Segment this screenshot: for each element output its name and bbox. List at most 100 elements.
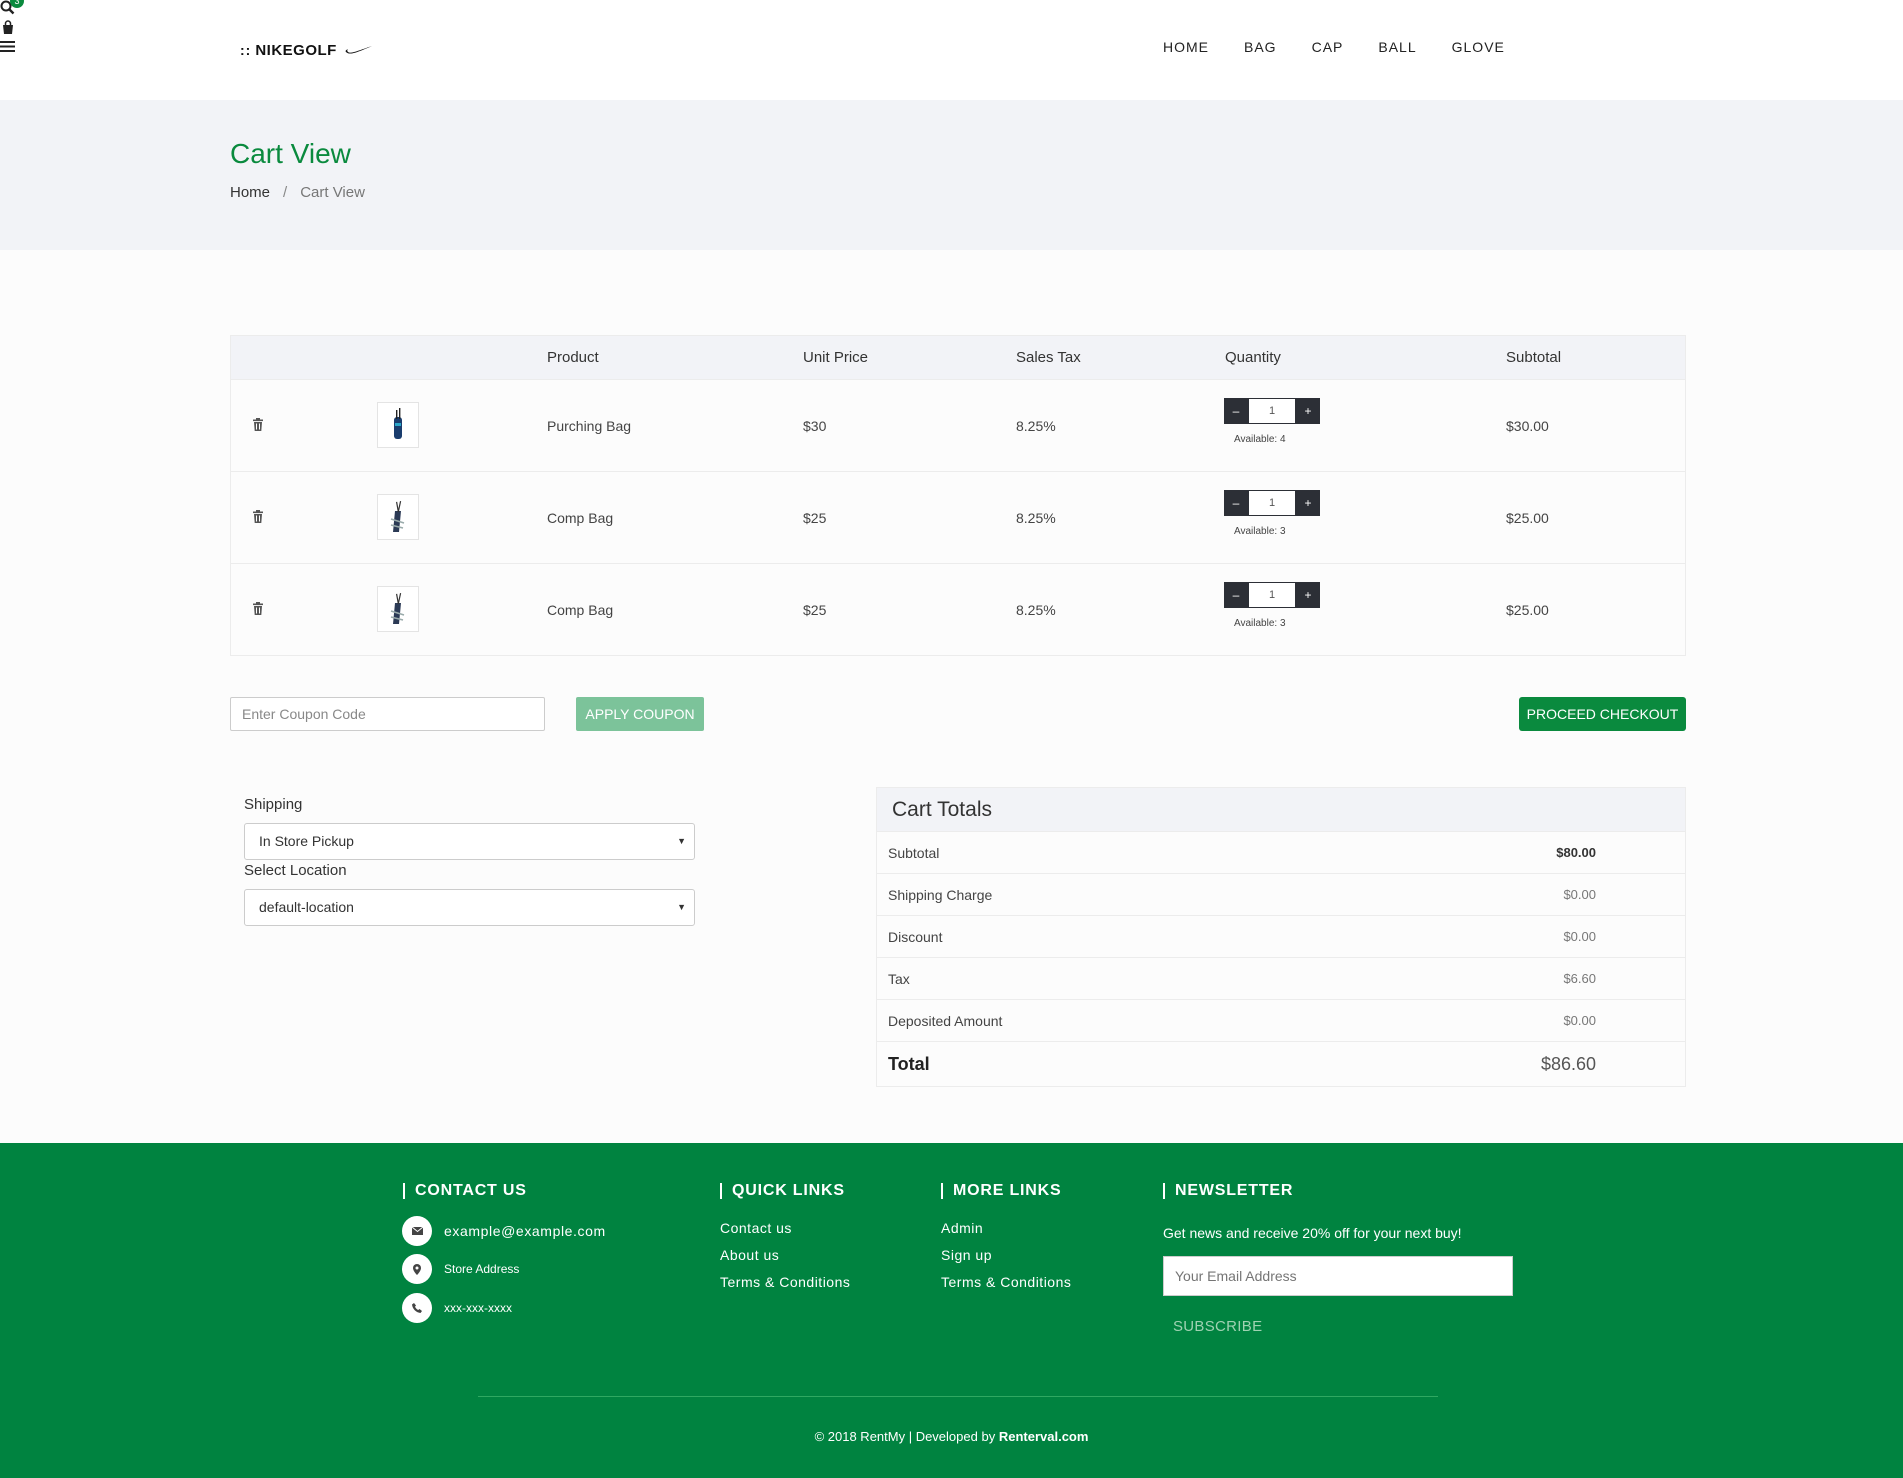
breadcrumb-current: Cart View <box>300 184 365 201</box>
cart-totals-title: Cart Totals <box>877 788 1685 831</box>
page-title-band <box>0 100 1903 250</box>
table-row: Comp Bag $25 8.25% – 1 + Available: 3 $2… <box>231 563 1685 655</box>
logo-text: NIKEGOLF <box>255 41 337 59</box>
footer-link-terms[interactable]: Terms & Conditions <box>720 1274 850 1290</box>
total-value: $86.60 <box>1540 1054 1596 1074</box>
cart-icon[interactable]: 3 <box>0 0 1903 40</box>
cart-totals: Cart Totals Subtotal $80.00 Shipping Cha… <box>876 787 1686 1087</box>
footer-link-about[interactable]: About us <box>720 1247 779 1263</box>
nav-glove[interactable]: GLOVE <box>1452 36 1505 58</box>
totals-row-tax: Tax $6.60 <box>877 957 1685 999</box>
increment-button[interactable]: + <box>1296 398 1320 424</box>
col-unit-price: Unit Price <box>803 349 869 366</box>
deposit-value: $0.00 <box>1563 1013 1596 1028</box>
row-subtotal: $25.00 <box>1506 602 1549 618</box>
decrement-button[interactable]: – <box>1224 582 1248 608</box>
trash-icon[interactable] <box>252 418 264 436</box>
breadcrumb: Home / Cart View <box>230 184 365 201</box>
search-icon[interactable] <box>0 0 1903 20</box>
tax-label: Tax <box>888 971 910 987</box>
contact-phone: xxx-xxx-xxxx <box>444 1301 512 1315</box>
unit-price: $25 <box>803 602 827 618</box>
apply-coupon-button[interactable]: APPLY COUPON <box>576 697 704 731</box>
totals-row-discount: Discount $0.00 <box>877 915 1685 957</box>
sales-tax: 8.25% <box>1016 418 1056 434</box>
copyright-text: © 2018 RentMy | Developed by <box>814 1429 996 1444</box>
proceed-checkout-button[interactable]: PROCEED CHECKOUT <box>1519 697 1686 731</box>
increment-button[interactable]: + <box>1296 490 1320 516</box>
footer: CONTACT US example@example.com Store Add… <box>0 1143 1903 1478</box>
footer-link-admin[interactable]: Admin <box>941 1220 983 1236</box>
shipping-label: Shipping <box>244 796 303 813</box>
newsletter-email-input[interactable] <box>1163 1256 1513 1296</box>
map-marker-icon <box>402 1254 432 1284</box>
total-label: Total <box>888 1054 930 1074</box>
shipping-select[interactable]: In Store Pickup ▼ <box>244 823 695 860</box>
breadcrumb-home[interactable]: Home <box>230 184 270 201</box>
dropdown-caret-icon: ▼ <box>677 836 686 846</box>
trash-icon[interactable] <box>252 510 264 528</box>
main-nav: HOME BAG CAP BALL GLOVE <box>1163 36 1540 58</box>
newsletter-heading: NEWSLETTER <box>1163 1183 1293 1199</box>
more-links-heading: MORE LINKS <box>941 1183 1061 1199</box>
location-label: Select Location <box>244 862 347 879</box>
totals-row-subtotal: Subtotal $80.00 <box>877 831 1685 873</box>
quantity-input[interactable]: 1 <box>1248 582 1296 608</box>
totals-row-total: Total $86.60 <box>877 1041 1685 1086</box>
footer-link-contact[interactable]: Contact us <box>720 1220 792 1236</box>
footer-link-signup[interactable]: Sign up <box>941 1247 992 1263</box>
deposit-label: Deposited Amount <box>888 1013 1003 1029</box>
col-quantity: Quantity <box>1225 349 1281 366</box>
shipping-selected-value: In Store Pickup <box>259 833 354 849</box>
decrement-button[interactable]: – <box>1224 398 1248 424</box>
dropdown-caret-icon: ▼ <box>677 902 686 912</box>
breadcrumb-separator: / <box>283 184 288 201</box>
product-name[interactable]: Comp Bag <box>547 602 613 618</box>
totals-row-deposit: Deposited Amount $0.00 <box>877 999 1685 1041</box>
quantity-input[interactable]: 1 <box>1248 398 1296 424</box>
quantity-stepper: – 1 + <box>1224 398 1320 424</box>
increment-button[interactable]: + <box>1296 582 1320 608</box>
footer-link-terms-more[interactable]: Terms & Conditions <box>941 1274 1071 1290</box>
footer-divider <box>478 1396 1438 1397</box>
copyright: © 2018 RentMy | Developed by Renterval.c… <box>0 1429 1903 1444</box>
contact-email[interactable]: example@example.com <box>444 1223 606 1239</box>
product-thumbnail[interactable] <box>377 494 419 540</box>
discount-label: Discount <box>888 929 943 945</box>
logo[interactable]: :: NIKEGOLF <box>240 40 373 60</box>
tax-value: $6.60 <box>1563 971 1596 986</box>
subscribe-button[interactable]: SUBSCRIBE <box>1173 1318 1262 1335</box>
nav-cap[interactable]: CAP <box>1312 36 1344 58</box>
product-name[interactable]: Comp Bag <box>547 510 613 526</box>
location-select[interactable]: default-location ▼ <box>244 889 695 926</box>
cart-table: Product Unit Price Sales Tax Quantity Su… <box>230 335 1686 656</box>
quick-links-heading: QUICK LINKS <box>720 1183 845 1199</box>
phone-icon <box>402 1293 432 1323</box>
contact-address: Store Address <box>444 1262 520 1276</box>
row-subtotal: $25.00 <box>1506 510 1549 526</box>
nav-home[interactable]: HOME <box>1163 36 1209 58</box>
page-title: Cart View <box>230 138 351 169</box>
product-thumbnail[interactable] <box>377 402 419 448</box>
nav-bag[interactable]: BAG <box>1244 36 1277 58</box>
subtotal-label: Subtotal <box>888 845 940 861</box>
discount-value: $0.00 <box>1563 929 1596 944</box>
quantity-input[interactable]: 1 <box>1248 490 1296 516</box>
product-thumbnail[interactable] <box>377 586 419 632</box>
contact-heading: CONTACT US <box>403 1183 527 1199</box>
col-product: Product <box>547 349 599 366</box>
product-name[interactable]: Purching Bag <box>547 418 631 434</box>
decrement-button[interactable]: – <box>1224 490 1248 516</box>
availability-text: Available: 3 <box>1234 526 1286 537</box>
unit-price: $25 <box>803 510 827 526</box>
developer-link[interactable]: Renterval.com <box>999 1429 1089 1444</box>
table-header: Product Unit Price Sales Tax Quantity Su… <box>231 336 1685 379</box>
newsletter-text: Get news and receive 20% off for your ne… <box>1163 1225 1462 1241</box>
trash-icon[interactable] <box>252 602 264 620</box>
nav-ball[interactable]: BALL <box>1378 36 1416 58</box>
coupon-input[interactable] <box>230 697 545 731</box>
quantity-stepper: – 1 + <box>1224 582 1320 608</box>
swoosh-icon <box>345 46 372 54</box>
location-selected-value: default-location <box>259 899 354 915</box>
quantity-stepper: – 1 + <box>1224 490 1320 516</box>
